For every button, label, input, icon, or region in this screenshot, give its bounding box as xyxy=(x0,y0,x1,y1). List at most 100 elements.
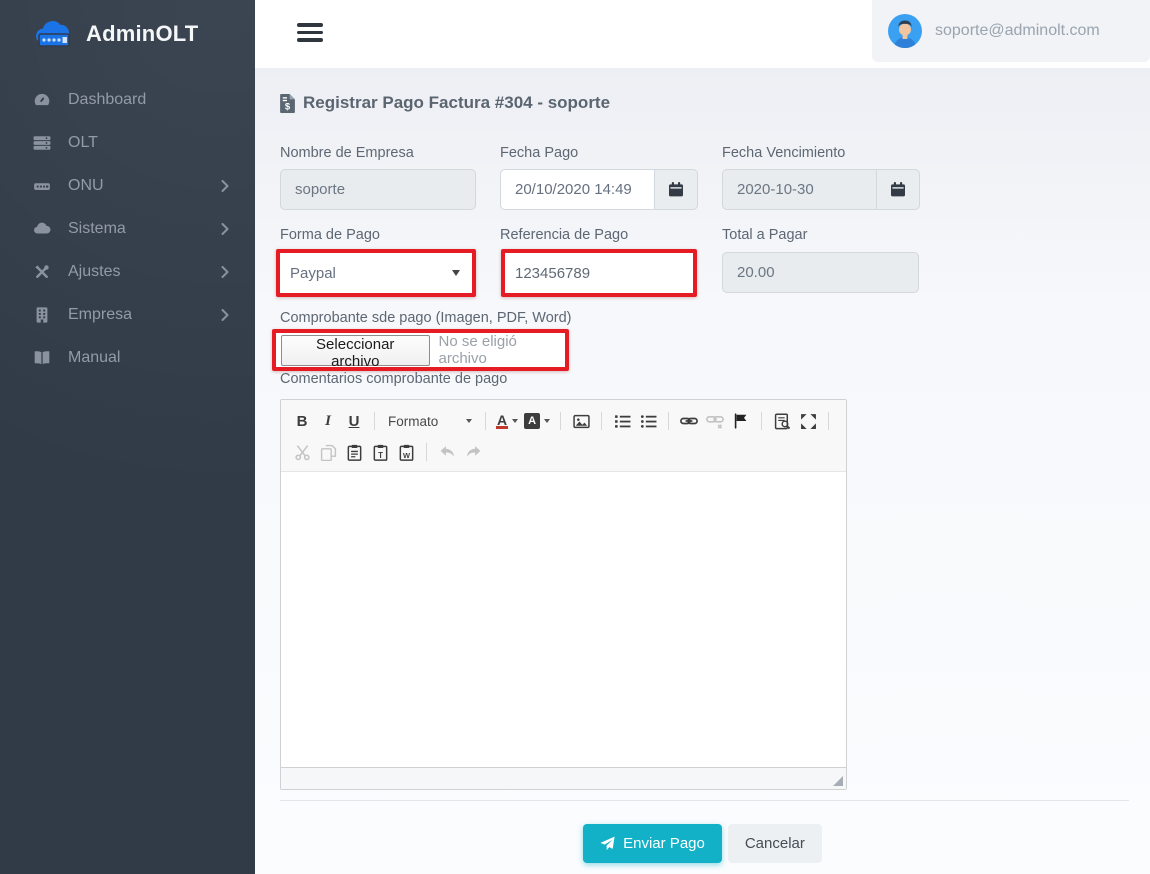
forma-pago-highlight: Paypal xyxy=(276,249,476,297)
undo-button[interactable] xyxy=(434,439,460,465)
submit-payment-label: Enviar Pago xyxy=(623,835,705,852)
calendar-icon xyxy=(669,182,683,197)
sidebar: AdminOLT Dashboard OLT ONU Sistema xyxy=(0,0,255,874)
total-input xyxy=(722,252,919,293)
copy-button[interactable] xyxy=(315,439,341,465)
link-button[interactable] xyxy=(676,408,702,434)
forma-pago-select[interactable]: Paypal xyxy=(280,253,472,293)
referencia-label: Referencia de Pago xyxy=(500,227,628,243)
fecha-vencimiento-input xyxy=(722,169,877,210)
paste-button[interactable] xyxy=(341,439,367,465)
fecha-vencimiento-label: Fecha Vencimiento xyxy=(722,145,845,161)
topbar: soporte@adminolt.com xyxy=(255,0,1150,68)
format-dropdown[interactable]: Formato xyxy=(382,414,478,429)
empresa-input xyxy=(280,169,476,210)
italic-button[interactable]: I xyxy=(315,408,341,434)
paper-plane-icon xyxy=(600,836,615,851)
comentarios-label: Comentarios comprobante de pago xyxy=(280,371,507,387)
fecha-vencimiento-group xyxy=(722,169,920,210)
main-content: $ Registrar Pago Factura #304 - soporte … xyxy=(255,68,1150,874)
brand[interactable]: AdminOLT xyxy=(0,0,255,66)
comprobante-label: Comprobante sde pago (Imagen, PDF, Word) xyxy=(280,310,572,326)
building-icon xyxy=(31,306,53,324)
referencia-input[interactable] xyxy=(505,253,693,293)
format-dropdown-label: Formato xyxy=(388,414,438,429)
sidebar-item-empresa[interactable]: Empresa xyxy=(0,293,255,336)
preview-button[interactable] xyxy=(769,408,795,434)
chevron-right-icon xyxy=(221,180,229,192)
chevron-right-icon xyxy=(221,223,229,235)
submit-payment-button[interactable]: Enviar Pago xyxy=(583,824,722,863)
fecha-pago-group xyxy=(500,169,698,210)
select-caret-icon xyxy=(452,270,460,276)
fecha-vencimiento-calendar-button[interactable] xyxy=(877,169,920,210)
sidebar-item-label: OLT xyxy=(68,134,229,152)
chevron-right-icon xyxy=(221,309,229,321)
unlink-button[interactable] xyxy=(702,408,728,434)
fecha-pago-input[interactable] xyxy=(500,169,655,210)
empresa-label: Nombre de Empresa xyxy=(280,145,414,161)
sidebar-item-label: Manual xyxy=(68,349,229,367)
brand-name: AdminOLT xyxy=(86,21,198,47)
underline-button[interactable]: U xyxy=(341,408,367,434)
bold-button[interactable]: B xyxy=(289,408,315,434)
total-label: Total a Pagar xyxy=(722,227,807,243)
insert-image-button[interactable] xyxy=(568,408,594,434)
sidebar-item-olt[interactable]: OLT xyxy=(0,121,255,164)
dropdown-caret-icon xyxy=(466,419,472,423)
sidebar-item-label: ONU xyxy=(68,177,221,195)
gauge-icon xyxy=(31,91,53,109)
anchor-flag-button[interactable] xyxy=(728,408,754,434)
editor-bottom-bar xyxy=(281,767,846,789)
bullet-list-button[interactable] xyxy=(635,408,661,434)
comprobante-highlight: Seleccionar archivo No se eligió archivo xyxy=(272,329,569,371)
editor-toolbar: B I U Formato A A xyxy=(281,400,846,472)
file-select-button[interactable]: Seleccionar archivo xyxy=(281,335,430,366)
redo-button[interactable] xyxy=(460,439,486,465)
user-email: soporte@adminolt.com xyxy=(935,22,1100,40)
cut-button[interactable] xyxy=(289,439,315,465)
page-title: $ Registrar Pago Factura #304 - soporte xyxy=(280,93,610,113)
cancel-button[interactable]: Cancelar xyxy=(728,824,822,863)
page-title-text: Registrar Pago Factura #304 - soporte xyxy=(303,93,610,113)
forma-pago-label: Forma de Pago xyxy=(280,227,380,243)
sidebar-item-manual[interactable]: Manual xyxy=(0,336,255,379)
sidebar-item-label: Sistema xyxy=(68,220,221,238)
tools-icon xyxy=(31,263,53,281)
forma-pago-selected-value: Paypal xyxy=(290,265,336,282)
sidebar-item-sistema[interactable]: Sistema xyxy=(0,207,255,250)
rich-text-editor: B I U Formato A A xyxy=(280,399,847,790)
user-avatar xyxy=(888,14,922,48)
maximize-button[interactable] xyxy=(795,408,821,434)
svg-text:W: W xyxy=(402,450,409,459)
paste-text-button[interactable]: T xyxy=(367,439,393,465)
resize-handle-icon[interactable] xyxy=(833,776,843,786)
form-actions: Enviar Pago Cancelar xyxy=(255,824,1150,863)
adminolt-logo-icon xyxy=(30,17,76,51)
book-icon xyxy=(31,349,53,367)
background-color-button[interactable]: A xyxy=(521,408,553,434)
text-color-button[interactable]: A xyxy=(493,408,521,434)
user-menu[interactable]: soporte@adminolt.com xyxy=(872,0,1150,62)
ordered-list-button[interactable] xyxy=(609,408,635,434)
paste-word-button[interactable]: W xyxy=(393,439,419,465)
device-icon xyxy=(31,177,53,195)
fecha-pago-label: Fecha Pago xyxy=(500,145,578,161)
sidebar-nav: Dashboard OLT ONU Sistema Ajus xyxy=(0,66,255,379)
invoice-dollar-icon: $ xyxy=(280,94,295,113)
svg-text:T: T xyxy=(378,450,383,459)
sidebar-item-label: Dashboard xyxy=(68,91,229,109)
fecha-pago-calendar-button[interactable] xyxy=(655,169,698,210)
sidebar-item-onu[interactable]: ONU xyxy=(0,164,255,207)
sidebar-item-label: Empresa xyxy=(68,306,221,324)
referencia-highlight xyxy=(501,249,697,297)
sidebar-item-ajustes[interactable]: Ajustes xyxy=(0,250,255,293)
svg-text:$: $ xyxy=(285,101,291,112)
menu-toggle-button[interactable] xyxy=(297,23,323,42)
sidebar-item-dashboard[interactable]: Dashboard xyxy=(0,78,255,121)
server-icon xyxy=(31,134,53,152)
file-status-text: No se eligió archivo xyxy=(439,333,566,367)
chevron-right-icon xyxy=(221,266,229,278)
editor-content[interactable] xyxy=(281,472,846,767)
sidebar-item-label: Ajustes xyxy=(68,263,221,281)
